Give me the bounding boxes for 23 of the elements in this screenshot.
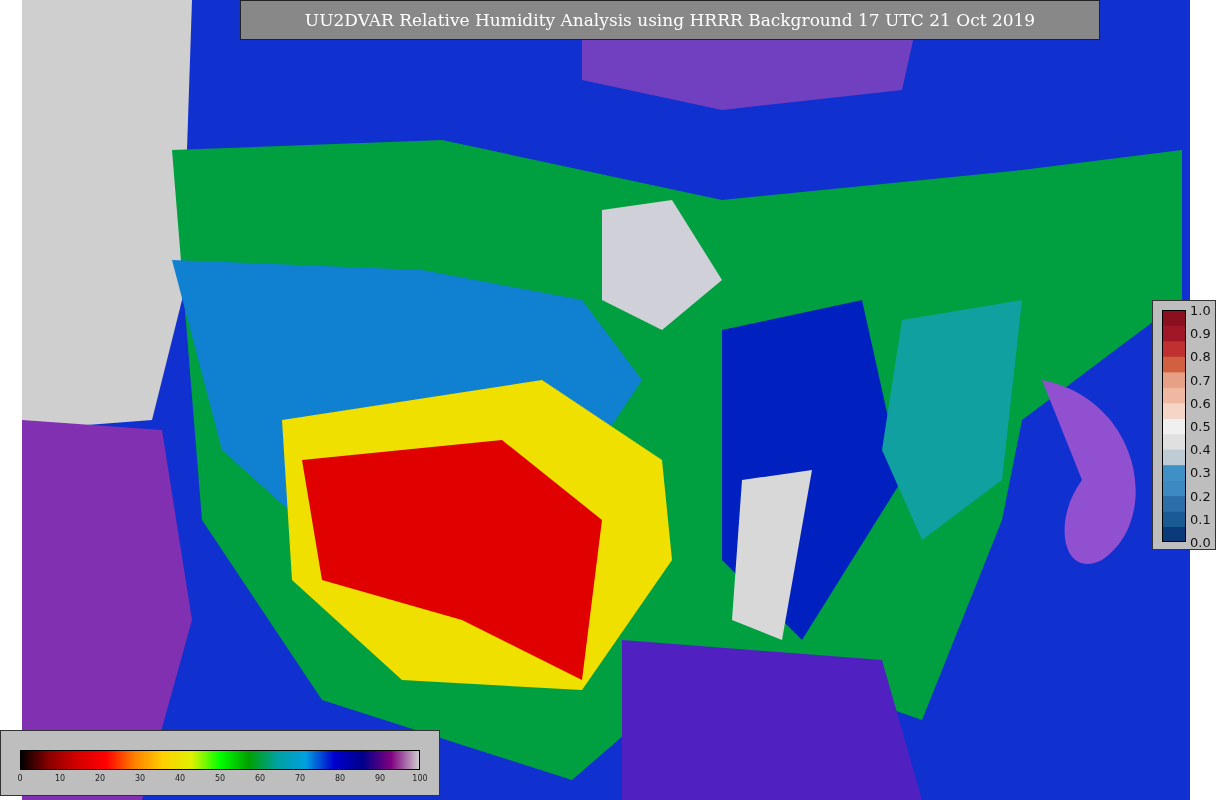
colorbar-tick-label: 0.0 <box>1190 534 1211 550</box>
colorbar-tick-label: 30 <box>134 774 146 783</box>
colorbar-tick-label: 0.5 <box>1190 418 1211 434</box>
colorbar-tick-label: 70 <box>294 774 306 783</box>
colorbar-tick-label: 50 <box>214 774 226 783</box>
colorbar-tick-label: 20 <box>94 774 106 783</box>
colorbar-tick-label: 60 <box>254 774 266 783</box>
colorbar-tick-label: 0.2 <box>1190 488 1211 504</box>
colorbar-tick-label: 10 <box>54 774 66 783</box>
colorbar-tick-label: 0.8 <box>1190 348 1211 364</box>
colorbar-tick-label: 0.3 <box>1190 464 1211 480</box>
colorbar-tick-label: 80 <box>334 774 346 783</box>
colorbar-tick-label: 0.7 <box>1190 372 1211 388</box>
map-title: UU2DVAR Relative Humidity Analysis using HRRR Background 17 UTC 21 Oct 2019 <box>240 0 1100 40</box>
colorbar-tick-label: 0 <box>17 774 23 783</box>
colorbar-tick-label: 100 <box>412 774 428 783</box>
colorbar-tick-label: 0.4 <box>1190 441 1211 457</box>
colorbar-tick-label: 1.0 <box>1190 302 1211 318</box>
colorbar-tick-label: 0.6 <box>1190 395 1211 411</box>
colorbar-tick-label: 0.9 <box>1190 325 1211 341</box>
colorbar-tick-label: 90 <box>374 774 386 783</box>
colorbar-tick-label: 40 <box>174 774 186 783</box>
colorbar-tick-label: 0.1 <box>1190 511 1211 527</box>
